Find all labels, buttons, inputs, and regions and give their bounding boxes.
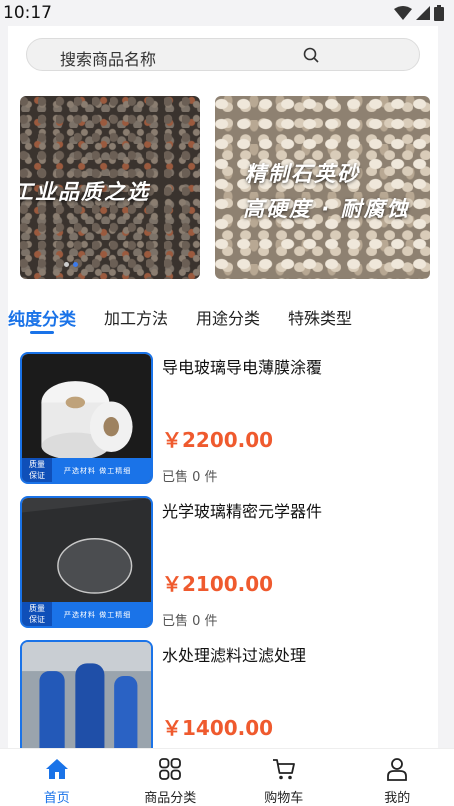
product-title[interactable]: 导电玻璃导电薄膜涂覆 — [162, 354, 322, 378]
quality-badge-line1: 质量 — [29, 604, 45, 613]
quality-badge-line2: 保证 — [29, 471, 45, 480]
product-list: 质量保证 严选材料 做工精细 导电玻璃导电薄膜涂覆 ￥2200.00 已售 0 … — [12, 340, 438, 748]
tab-purity[interactable]: 纯度分类 — [8, 302, 76, 342]
grid-icon — [158, 757, 182, 781]
banner-2-line-2: 高硬度 · 耐腐蚀 — [243, 193, 410, 223]
product-sold-count: 已售 0 件 — [162, 610, 218, 629]
home-page: 搜索商品名称 工业品质之选 精制石英砂 高硬度 · 耐腐蚀 纯度分类 加工方法 … — [8, 26, 438, 748]
search-bar[interactable]: 搜索商品名称 — [26, 38, 420, 71]
carousel-dots — [64, 262, 78, 267]
product-title[interactable]: 水处理滤料过滤处理 — [162, 642, 306, 666]
carousel-dot-active — [73, 262, 78, 267]
quality-badge: 质量保证 — [22, 602, 52, 626]
carousel-dot — [64, 262, 69, 267]
quality-badge: 质量保证 — [22, 458, 52, 482]
product-price: ￥1400.00 — [162, 712, 273, 741]
tabbar-label: 商品分类 — [114, 787, 228, 806]
quality-strip: 质量保证 严选材料 做工精细 — [22, 602, 151, 626]
product-title[interactable]: 光学玻璃精密元学器件 — [162, 498, 322, 522]
quality-tag: 严选材料 做工精细 — [64, 466, 131, 476]
search-icon[interactable] — [303, 47, 319, 63]
tabbar-label: 首页 — [0, 787, 114, 806]
product-sold-count: 已售 0 件 — [162, 466, 218, 485]
user-icon — [385, 757, 409, 781]
tabbar-label: 我的 — [341, 787, 454, 806]
status-time: 10:17 — [3, 3, 52, 23]
status-bar: 10:17 — [0, 0, 454, 26]
tabbar-cart[interactable]: 购物车 — [227, 749, 341, 806]
water-filter-image — [22, 642, 151, 748]
cart-icon — [272, 757, 296, 781]
product-item[interactable]: 质量保证 严选材料 做工精细 导电玻璃导电薄膜涂覆 ￥2200.00 已售 0 … — [12, 340, 438, 484]
product-list-card: 质量保证 严选材料 做工精细 导电玻璃导电薄膜涂覆 ￥2200.00 已售 0 … — [12, 340, 438, 748]
tabbar-mine[interactable]: 我的 — [341, 749, 454, 806]
tabbar-category[interactable]: 商品分类 — [114, 749, 228, 806]
search-placeholder: 搜索商品名称 — [60, 46, 156, 70]
home-icon — [45, 757, 69, 781]
signal-icon — [416, 6, 430, 20]
status-icons — [394, 5, 444, 21]
banner-slide-1[interactable]: 工业品质之选 — [20, 96, 200, 279]
tabbar-home[interactable]: 首页 — [0, 749, 114, 806]
bottom-tabbar: 首页 商品分类 购物车 我的 — [0, 748, 454, 806]
quality-badge-line2: 保证 — [29, 615, 45, 624]
product-item[interactable]: 水处理滤料过滤处理 ￥1400.00 — [12, 628, 438, 748]
product-thumbnail[interactable]: 质量保证 严选材料 做工精细 — [20, 496, 153, 628]
tab-processing[interactable]: 加工方法 — [104, 302, 168, 342]
battery-icon — [434, 5, 444, 21]
wifi-icon — [394, 6, 412, 20]
category-tabs: 纯度分类 加工方法 用途分类 特殊类型 — [8, 302, 438, 342]
banner-2-line-1: 精制石英砂 — [245, 158, 360, 188]
quality-badge-line1: 质量 — [29, 460, 45, 469]
tab-usage[interactable]: 用途分类 — [196, 302, 260, 342]
banner-1-text: 工业品质之选 — [20, 176, 150, 206]
quality-tag: 严选材料 做工精细 — [64, 610, 131, 620]
product-thumbnail[interactable]: 质量保证 严选材料 做工精细 — [20, 352, 153, 484]
product-price: ￥2200.00 — [162, 424, 273, 453]
product-item[interactable]: 质量保证 严选材料 做工精细 光学玻璃精密元学器件 ￥2100.00 已售 0 … — [12, 484, 438, 628]
product-thumbnail[interactable] — [20, 640, 153, 748]
banner-slide-2[interactable]: 精制石英砂 高硬度 · 耐腐蚀 — [215, 96, 430, 279]
tab-special[interactable]: 特殊类型 — [288, 302, 352, 342]
quality-strip: 质量保证 严选材料 做工精细 — [22, 458, 151, 482]
product-price: ￥2100.00 — [162, 568, 273, 597]
tabbar-label: 购物车 — [227, 787, 341, 806]
